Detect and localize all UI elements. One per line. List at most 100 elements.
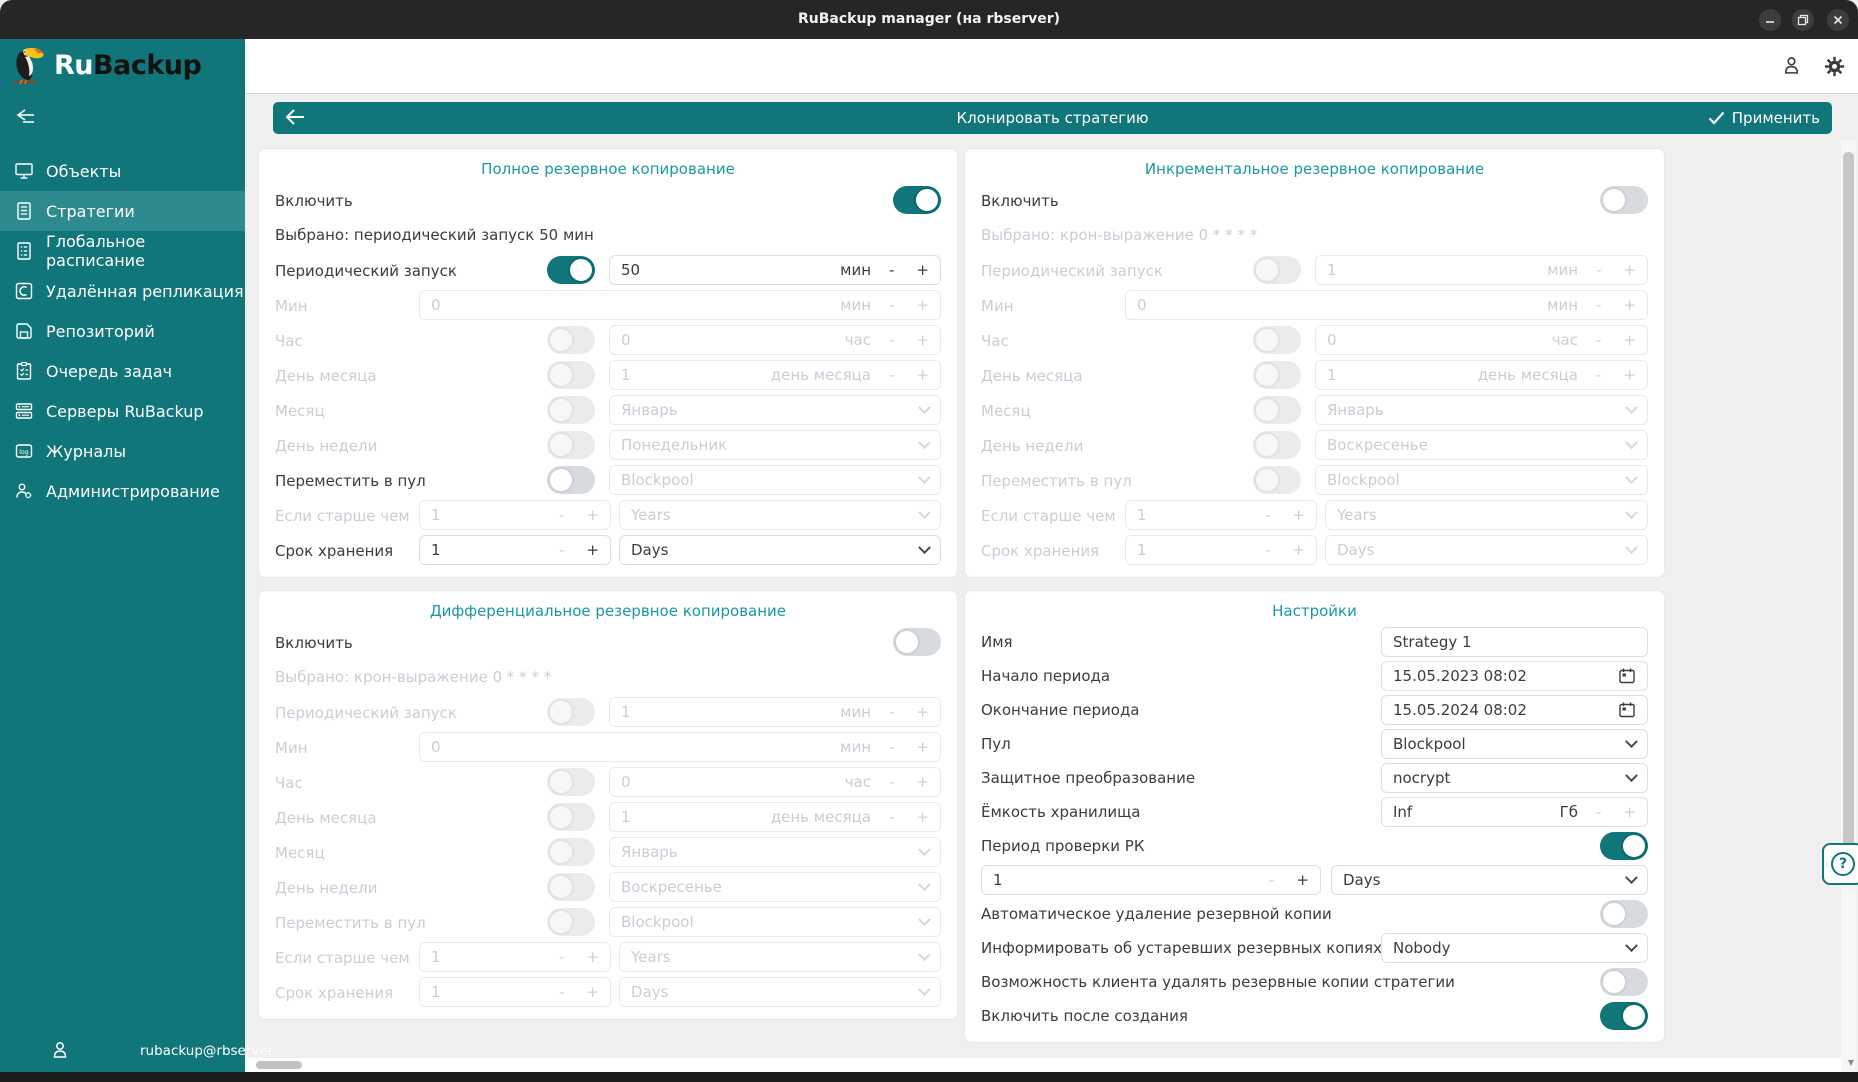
sidebar-item-replication[interactable]: Удалённая репликация bbox=[0, 271, 245, 311]
date-input[interactable]: 15.05.2024 08:02 bbox=[1381, 695, 1648, 725]
toggle-switch[interactable] bbox=[893, 628, 941, 656]
select-input[interactable]: Blockpool bbox=[1381, 729, 1648, 759]
scrollbar-thumb[interactable] bbox=[1843, 152, 1854, 868]
toggle-switch[interactable] bbox=[893, 186, 941, 214]
increment-button[interactable]: + bbox=[586, 541, 599, 559]
spinner-input[interactable]: 1-+ bbox=[981, 865, 1321, 895]
settings-row: Возможность клиента удалять резервные ко… bbox=[981, 965, 1648, 999]
spinner-input[interactable]: 1-+ bbox=[419, 977, 611, 1007]
apply-label: Применить bbox=[1732, 102, 1820, 134]
select-input[interactable]: Days bbox=[619, 977, 941, 1007]
increment-button[interactable]: + bbox=[916, 261, 929, 279]
sidebar-item-servers[interactable]: Серверы RuBackup bbox=[0, 391, 245, 431]
toggle-switch[interactable] bbox=[1600, 832, 1648, 860]
select-input[interactable]: Blockpool bbox=[1315, 465, 1648, 495]
select-input[interactable]: Years bbox=[619, 942, 941, 972]
select-input[interactable]: nocrypt bbox=[1381, 763, 1648, 793]
sidebar-item-document[interactable]: Стратегии bbox=[0, 191, 245, 231]
number-input[interactable]: 1мин-+ bbox=[1315, 255, 1648, 285]
settings-gear-icon[interactable] bbox=[1823, 55, 1846, 82]
select-input[interactable]: Январь bbox=[609, 395, 941, 425]
decrement-button[interactable]: - bbox=[1269, 871, 1274, 889]
help-button[interactable]: ? bbox=[1822, 843, 1858, 885]
hscrollbar-thumb[interactable] bbox=[256, 1061, 302, 1069]
field-label: День недели bbox=[275, 879, 377, 897]
number-input[interactable]: 0час-+ bbox=[609, 325, 941, 355]
collapse-sidebar-button[interactable] bbox=[0, 91, 245, 139]
toggle-switch[interactable] bbox=[547, 466, 595, 494]
spinner-input[interactable]: 1-+ bbox=[419, 500, 611, 530]
sidebar-item-monitor[interactable]: Объекты bbox=[0, 151, 245, 191]
minimize-button[interactable] bbox=[1759, 9, 1781, 31]
number-input[interactable]: 50мин-+ bbox=[609, 255, 941, 285]
field-row: Переместить в пулBlockpool bbox=[275, 463, 941, 498]
increment-button: + bbox=[1623, 296, 1636, 314]
select-input[interactable]: Years bbox=[619, 500, 941, 530]
selected-summary: Выбрано: крон-выражение 0 * * * * bbox=[981, 226, 1257, 244]
select-input[interactable]: Days bbox=[1331, 865, 1648, 895]
number-input[interactable]: 0мин-+ bbox=[419, 732, 941, 762]
number-input[interactable]: 0час-+ bbox=[1315, 325, 1648, 355]
increment-button[interactable]: + bbox=[1296, 871, 1309, 889]
horizontal-scrollbar[interactable] bbox=[245, 1058, 1841, 1072]
sidebar-item-repository[interactable]: Репозиторий bbox=[0, 311, 245, 351]
settings-row: Период проверки РК bbox=[981, 829, 1648, 863]
decrement-button[interactable]: - bbox=[889, 261, 894, 279]
number-input[interactable]: 1мин-+ bbox=[609, 697, 941, 727]
sidebar-item-task-queue[interactable]: Очередь задач bbox=[0, 351, 245, 391]
number-input[interactable]: 0час-+ bbox=[609, 767, 941, 797]
vertical-scrollbar[interactable] bbox=[1841, 140, 1856, 1072]
input-value: 50 bbox=[621, 261, 832, 279]
select-input[interactable]: Январь bbox=[609, 837, 941, 867]
chevron-down-icon bbox=[918, 436, 931, 449]
toggle-switch[interactable] bbox=[1600, 900, 1648, 928]
number-input[interactable]: 0мин-+ bbox=[419, 290, 941, 320]
number-input[interactable]: 1день месяца-+ bbox=[609, 802, 941, 832]
sidebar-item-logs[interactable]: logЖурналы bbox=[0, 431, 245, 471]
select-input[interactable]: Days bbox=[619, 535, 941, 565]
window-bottom-edge bbox=[0, 1072, 1858, 1082]
calendar-icon[interactable] bbox=[1618, 701, 1636, 719]
spinner-input[interactable]: 1-+ bbox=[1125, 535, 1317, 565]
spinner-input[interactable]: 1-+ bbox=[419, 535, 611, 565]
toggle-switch[interactable] bbox=[1600, 186, 1648, 214]
restore-button[interactable] bbox=[1792, 9, 1814, 31]
select-value: Воскресенье bbox=[621, 878, 912, 896]
sidebar-item-admin[interactable]: Администрирование bbox=[0, 471, 245, 511]
text-input[interactable]: Strategy 1 bbox=[1381, 627, 1648, 657]
toggle-knob bbox=[548, 327, 574, 353]
field-row: Мин0мин-+ bbox=[275, 288, 941, 323]
select-input[interactable]: Понедельник bbox=[609, 430, 941, 460]
toggle-switch[interactable] bbox=[1600, 968, 1648, 996]
close-button[interactable] bbox=[1827, 9, 1849, 31]
select-input[interactable]: Years bbox=[1325, 500, 1648, 530]
select-input[interactable]: Январь bbox=[1315, 395, 1648, 425]
date-input[interactable]: 15.05.2023 08:02 bbox=[1381, 661, 1648, 691]
apply-button[interactable]: Применить bbox=[1708, 102, 1820, 134]
toggle-knob bbox=[1254, 327, 1280, 353]
toggle-switch[interactable] bbox=[1600, 1002, 1648, 1030]
calendar-icon[interactable] bbox=[1618, 667, 1636, 685]
user-account-icon[interactable] bbox=[1781, 55, 1802, 80]
number-input[interactable]: 1день месяца-+ bbox=[1315, 360, 1648, 390]
select-input[interactable]: Nobody bbox=[1381, 933, 1648, 963]
number-input[interactable]: 0мин-+ bbox=[1125, 290, 1648, 320]
spinner-input[interactable]: 1-+ bbox=[1125, 500, 1317, 530]
spinner-input[interactable]: 1-+ bbox=[419, 942, 611, 972]
select-input[interactable]: Days bbox=[1325, 535, 1648, 565]
sidebar-item-schedule[interactable]: Глобальное расписание bbox=[0, 231, 245, 271]
field-row: День месяца1день месяца-+ bbox=[275, 358, 941, 393]
unit-label: час bbox=[1552, 331, 1578, 349]
number-input[interactable]: InfГб-+ bbox=[1381, 797, 1648, 827]
decrement-button[interactable]: - bbox=[559, 541, 564, 559]
toggle-switch[interactable] bbox=[547, 256, 595, 284]
field-row: Час0час-+ bbox=[275, 765, 941, 800]
select-input[interactable]: Воскресенье bbox=[1315, 430, 1648, 460]
select-input[interactable]: Blockpool bbox=[609, 465, 941, 495]
select-input[interactable]: Воскресенье bbox=[609, 872, 941, 902]
select-input[interactable]: Blockpool bbox=[609, 907, 941, 937]
scroll-down-icon[interactable]: ▼ bbox=[1848, 1058, 1854, 1067]
toggle-knob bbox=[1254, 397, 1280, 423]
number-input[interactable]: 1день месяца-+ bbox=[609, 360, 941, 390]
select-value: Понедельник bbox=[621, 436, 912, 454]
